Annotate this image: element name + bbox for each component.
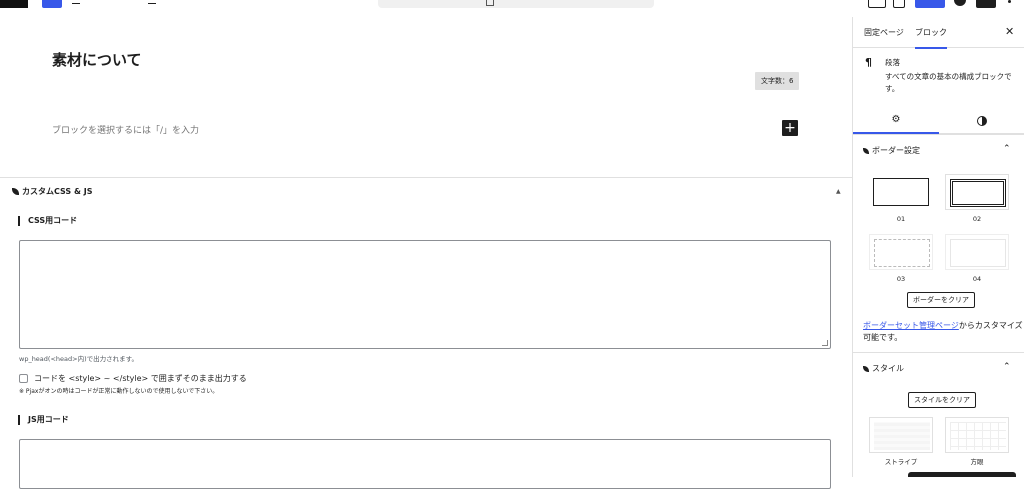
style-panel-header[interactable]: スタイル ⌃: [853, 352, 1024, 382]
border-option-02[interactable]: [945, 174, 1009, 210]
collapse-toggle-icon[interactable]: ▲: [836, 188, 841, 195]
clear-border-button[interactable]: ボーダーをクリア: [907, 292, 975, 308]
custom-css-js-metabox: カスタムCSS & JS ▲ CSS用コード wp_head(<head>内)で…: [0, 177, 852, 489]
border-option-label: 03: [896, 275, 906, 283]
border-panel-title: ボーダー設定: [863, 145, 920, 156]
pen-icon: [12, 188, 19, 195]
css-code-textarea[interactable]: [19, 240, 831, 349]
style-option-stripe[interactable]: [869, 417, 933, 453]
preview-icon[interactable]: [868, 0, 886, 8]
tab-page[interactable]: 固定ページ: [864, 27, 904, 38]
chevron-up-icon[interactable]: ⌃: [1003, 362, 1011, 372]
edit-tool-icon[interactable]: [72, 0, 80, 4]
block-name: 段落: [885, 58, 900, 67]
word-count-badge: 文字数：6: [755, 72, 800, 90]
add-block-button[interactable]: +: [782, 120, 798, 136]
border-preview: [950, 239, 1006, 267]
style-panel-title: スタイル: [863, 363, 904, 374]
border-panel-header[interactable]: ボーダー設定 ⌃: [853, 134, 1024, 164]
border-option-label: 02: [972, 215, 982, 223]
clear-style-button[interactable]: スタイルをクリア: [908, 392, 976, 408]
publish-button[interactable]: [915, 0, 945, 8]
redo-icon[interactable]: [122, 0, 130, 4]
css-code-label: CSS用コード: [18, 216, 77, 226]
js-code-label: JS用コード: [18, 415, 69, 425]
raw-output-option[interactable]: コードを <style> ~ </style> で囲まずそのまま出力する: [19, 373, 247, 384]
border-preview: [873, 178, 929, 206]
metabox-title: カスタムCSS & JS: [22, 187, 93, 196]
border-option-03[interactable]: [869, 234, 933, 270]
tab-settings[interactable]: ⚙: [853, 107, 939, 134]
border-option-label: 04: [972, 275, 982, 283]
wordpress-logo-icon[interactable]: [0, 0, 28, 8]
tab-block[interactable]: ブロック: [915, 27, 947, 49]
border-preview: [950, 179, 1006, 207]
resize-handle[interactable]: [822, 340, 828, 346]
tab-styles[interactable]: [939, 107, 1024, 134]
list-view-icon[interactable]: [148, 0, 156, 4]
raw-output-checkbox[interactable]: [19, 374, 28, 383]
post-title[interactable]: 素材について: [52, 49, 142, 70]
stripe-preview: [874, 422, 930, 450]
settings-sidebar-icon[interactable]: [976, 0, 996, 8]
css-hint: wp_head(<head>内)で出力されます。: [19, 355, 138, 363]
metabox-header[interactable]: カスタムCSS & JS: [12, 186, 92, 197]
close-icon[interactable]: ✕: [1005, 25, 1014, 38]
document-bar[interactable]: [378, 0, 654, 8]
border-preview: [874, 239, 930, 267]
sidebar-tabs: 固定ページ ブロック ✕: [853, 17, 1024, 49]
block-placeholder[interactable]: ブロックを選択するには「/」を入力: [52, 123, 199, 136]
raw-output-label: コードを <style> ~ </style> で囲まずそのまま出力する: [34, 374, 247, 383]
paragraph-icon: ¶: [865, 56, 872, 69]
pen-icon: [863, 148, 869, 154]
avatar-icon[interactable]: [954, 0, 966, 6]
border-manage-note: ボーダーセット管理ページからカスタマイズ可能です。: [863, 321, 1023, 342]
settings-sidebar: 固定ページ ブロック ✕ ¶ 段落 すべての文章の基本の構成ブロックです。 ⚙ …: [852, 17, 1024, 477]
more-icon[interactable]: [1008, 0, 1011, 3]
style-option-label: 方眼: [970, 458, 984, 466]
block-description: すべての文章の基本の構成ブロックです。: [885, 72, 1012, 93]
floating-popup-edge: [908, 472, 1016, 477]
border-option-label: 01: [896, 215, 906, 223]
border-manage-link[interactable]: ボーダーセット管理ページ: [863, 321, 959, 330]
pen-icon: [863, 366, 869, 372]
add-block-icon[interactable]: [42, 0, 62, 8]
contrast-icon: [977, 115, 987, 126]
undo-icon[interactable]: [98, 0, 106, 4]
editor-canvas: 素材について 文字数：6 ブロックを選択するには「/」を入力 +: [0, 17, 852, 177]
style-option-grid[interactable]: [945, 417, 1009, 453]
chevron-up-icon[interactable]: ⌃: [1003, 144, 1011, 154]
block-inspector-tabs: ⚙: [853, 107, 1024, 134]
style-option-label: ストライプ: [884, 458, 918, 466]
js-code-textarea[interactable]: [19, 439, 831, 489]
top-toolbar: [0, 0, 1024, 9]
view-page-icon[interactable]: [893, 0, 905, 8]
border-option-04[interactable]: [945, 234, 1009, 270]
border-option-01[interactable]: [869, 174, 933, 210]
gear-icon: ⚙: [891, 114, 901, 125]
document-icon: [486, 0, 494, 6]
grid-preview: [950, 422, 1006, 450]
pjax-note: ※ Pjaxがオンの時はコードが正常に動作しないので使用しないで下さい。: [19, 388, 219, 395]
